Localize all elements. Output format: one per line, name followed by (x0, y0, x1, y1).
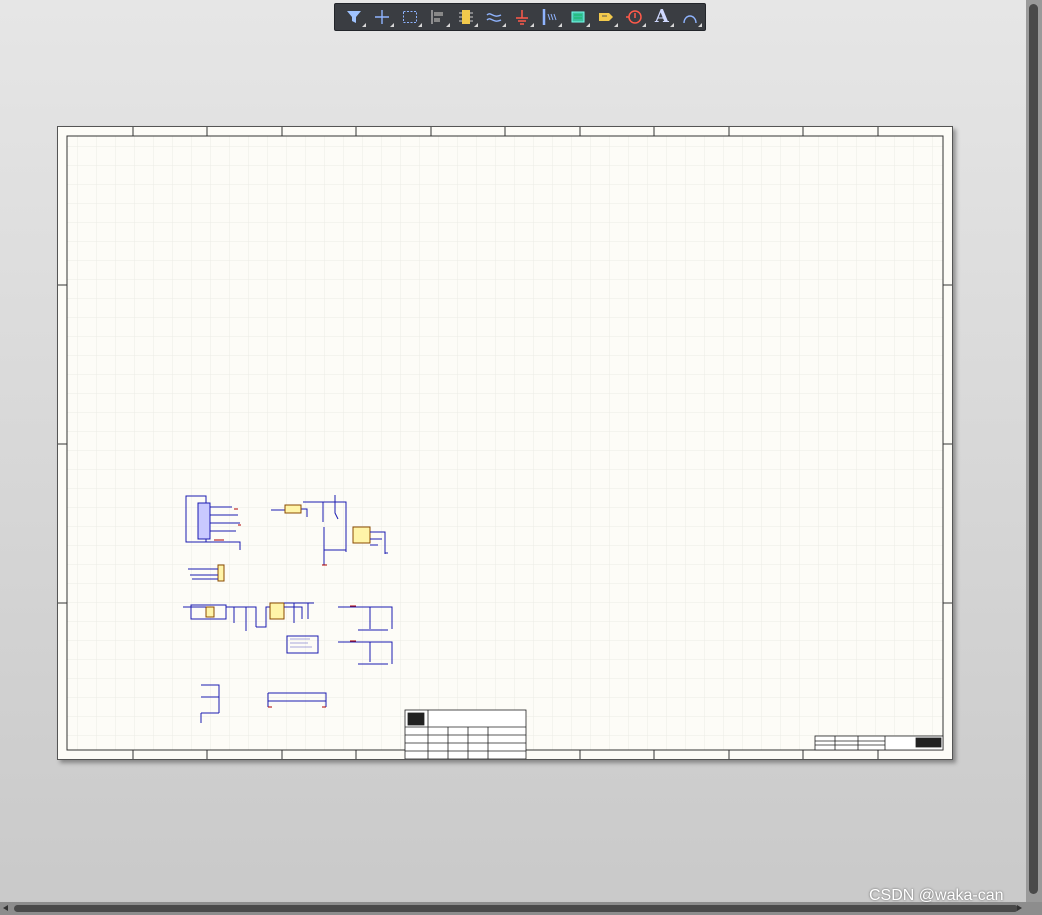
port-icon (625, 10, 642, 24)
wire-button[interactable] (481, 5, 507, 29)
net-label-icon (598, 13, 613, 21)
component-button[interactable] (453, 5, 479, 29)
power-ground-button[interactable] (509, 5, 535, 29)
arc-icon (683, 15, 697, 24)
scroll-left-icon[interactable] (3, 905, 8, 911)
vertical-scroll-thumb[interactable] (1029, 4, 1038, 894)
title-block-right (814, 735, 944, 751)
text-button[interactable]: A (649, 5, 675, 29)
select-rect-icon (402, 11, 417, 23)
align-icon (431, 10, 443, 24)
align-button[interactable] (425, 5, 451, 29)
wire-icon (486, 13, 502, 22)
port-button[interactable] (621, 5, 647, 29)
schematic-canvas (58, 127, 952, 759)
crosshair-button[interactable] (369, 5, 395, 29)
crosshair-icon (374, 10, 389, 24)
bus-button[interactable] (537, 5, 563, 29)
component-icon (458, 10, 473, 24)
schematic-sheet[interactable] (57, 126, 953, 760)
filter-button[interactable] (341, 5, 367, 29)
sheet-frame (66, 135, 944, 751)
schematic-toolbar: A (334, 3, 706, 31)
text-icon: A (654, 6, 669, 27)
power-ground-icon (515, 10, 528, 25)
bus-icon (542, 9, 557, 25)
scroll-right-icon[interactable] (1017, 905, 1022, 911)
watermark: CSDN @waka-can (869, 887, 1004, 904)
net-label-button[interactable] (593, 5, 619, 29)
arc-button[interactable] (677, 5, 703, 29)
filter-icon (346, 11, 361, 23)
sheet-symbol-icon (571, 11, 585, 23)
title-block-left (404, 709, 527, 759)
horizontal-scroll-thumb[interactable] (14, 905, 1018, 912)
vertical-scrollbar[interactable] (1026, 0, 1042, 902)
select-rect-button[interactable] (397, 5, 423, 29)
sheet-symbol-button[interactable] (565, 5, 591, 29)
